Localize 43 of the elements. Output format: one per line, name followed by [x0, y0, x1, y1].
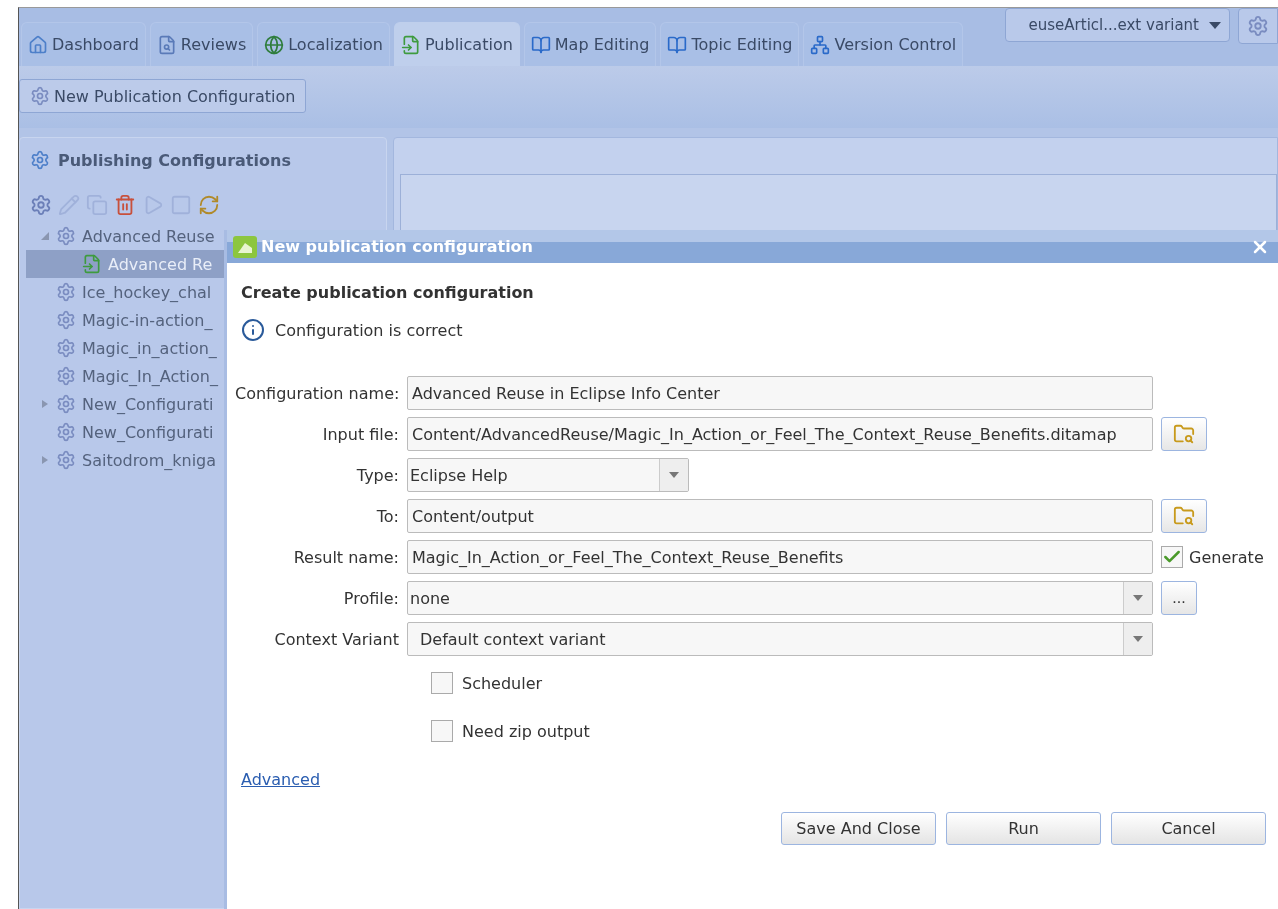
- checkbox-label: Scheduler: [462, 673, 543, 693]
- field-label: Input file:: [321, 424, 399, 444]
- advanced-link[interactable]: Advanced: [241, 770, 321, 789]
- tree-item-label: Saitodrom_kniga: [82, 450, 217, 470]
- dialog-heading: Create publication configuration: [241, 283, 535, 302]
- tab[interactable]: Map Editing: [523, 22, 657, 66]
- tab[interactable]: Dashboard: [21, 22, 146, 66]
- tab[interactable]: Publication: [394, 22, 520, 66]
- field-label: Type:: [355, 465, 399, 485]
- dialog-button[interactable]: Cancel: [1111, 812, 1266, 845]
- text-field[interactable]: Content/output: [407, 499, 1153, 533]
- tree-item-label: New_Configurati: [82, 394, 214, 414]
- tree-item-label: New_Configurati: [82, 422, 214, 442]
- checkbox-label: Generate: [1189, 547, 1264, 567]
- text-field[interactable]: Advanced Reuse in Eclipse Info Center: [407, 376, 1153, 410]
- field-label: Context Variant: [273, 629, 399, 649]
- dialog-button[interactable]: Save And Close: [781, 812, 936, 845]
- text-field[interactable]: Content/AdvancedReuse/Magic_In_Action_or_Feel_The_Context_Reuse_Benefits.ditamap: [407, 417, 1153, 451]
- tree-item-label: Magic_In_Action_: [82, 366, 218, 386]
- field-label: Result name:: [292, 547, 399, 567]
- tree-item-label: Magic-in-action_: [82, 310, 213, 330]
- tree-item-label: Magic_in_action_: [82, 338, 217, 358]
- tab[interactable]: Version Control: [803, 22, 964, 66]
- checkbox-label: Need zip output: [462, 721, 590, 741]
- status-message: Configuration is correct: [275, 320, 463, 340]
- select-field[interactable]: none: [407, 581, 1153, 615]
- field-label: Profile:: [342, 588, 399, 608]
- tree-item-label: Advanced Re: [108, 254, 213, 274]
- tree-item-label: Ice_hockey_chal: [82, 282, 212, 302]
- dialog-button[interactable]: Run: [946, 812, 1101, 845]
- new-configuration-button[interactable]: New Publication Configuration: [19, 79, 307, 113]
- field-label: Configuration name:: [235, 383, 399, 403]
- context-dropdown[interactable]: euseArticl...ext variant: [1005, 8, 1230, 42]
- tree-item-label: Advanced Reuse: [82, 226, 215, 246]
- text-field[interactable]: Magic_In_Action_or_Feel_The_Context_Reuse_Benefits: [407, 540, 1153, 574]
- field-label: To:: [375, 506, 399, 526]
- select-field[interactable]: Default context variant: [407, 622, 1153, 656]
- panel-title: Publishing Configurations: [58, 150, 291, 170]
- tab[interactable]: Localization: [257, 22, 390, 66]
- select-field[interactable]: Eclipse Help: [407, 458, 689, 492]
- tab[interactable]: Reviews: [149, 22, 254, 66]
- more-button[interactable]: ...: [1161, 581, 1197, 615]
- tab[interactable]: Topic Editing: [660, 22, 800, 66]
